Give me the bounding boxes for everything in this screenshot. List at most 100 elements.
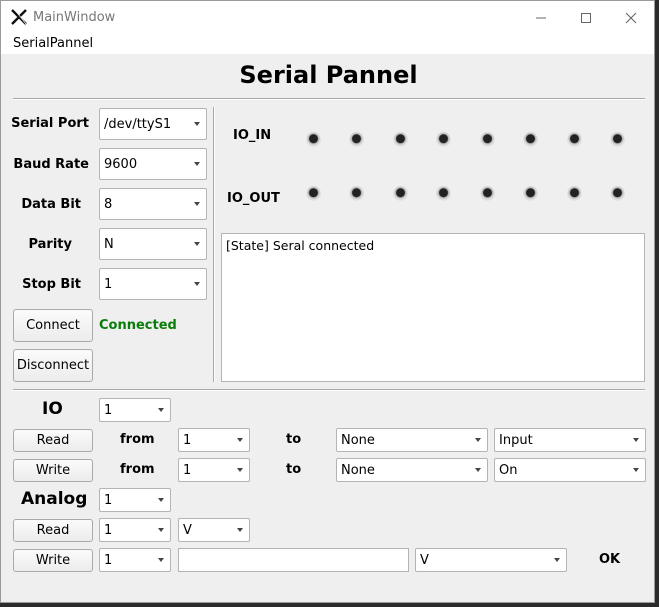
analog-section-label: Analog [21, 489, 88, 509]
chevron-down-icon [194, 242, 200, 246]
io-write-from-value: 1 [183, 462, 192, 478]
io-write-from-select[interactable]: 1 [178, 458, 250, 482]
chevron-down-icon [194, 282, 200, 286]
analog-select[interactable]: 1 [99, 488, 171, 512]
analog-read-unit-select[interactable]: V [178, 518, 250, 542]
divider [213, 107, 215, 382]
chevron-down-icon [194, 162, 200, 166]
divider [13, 389, 645, 391]
parity-value: N [104, 236, 114, 252]
analog-write-channel-select[interactable]: 1 [99, 548, 171, 572]
chevron-down-icon [475, 438, 481, 442]
io-in-led [393, 132, 408, 147]
io-in-led [306, 132, 321, 147]
chevron-down-icon [194, 122, 200, 126]
menu-bar: SerialPannel [1, 34, 654, 54]
minimize-button[interactable] [526, 5, 556, 31]
divider [13, 98, 645, 100]
main-window: MainWindow SerialPannel Serial Pannel Se… [0, 0, 655, 603]
analog-read-channel-select[interactable]: 1 [99, 518, 171, 542]
io-out-led [349, 186, 364, 201]
io-read-mode-value: Input [499, 432, 533, 448]
stop-bit-label: Stop Bit [22, 277, 81, 292]
io-in-led [523, 132, 538, 147]
connect-button[interactable]: Connect [13, 309, 93, 342]
io-out-led [567, 186, 582, 201]
io-in-led [349, 132, 364, 147]
disconnect-button[interactable]: Disconnect [13, 349, 93, 382]
chevron-down-icon [158, 408, 164, 412]
io-in-label: IO_IN [233, 128, 272, 143]
io-read-to-label: to [286, 432, 302, 447]
chevron-down-icon [194, 202, 200, 206]
io-in-led [567, 132, 582, 147]
io-in-led [436, 132, 451, 147]
analog-read-channel-value: 1 [104, 522, 113, 538]
menu-item-serialpannel[interactable]: SerialPannel [13, 36, 93, 51]
chevron-down-icon [633, 438, 639, 442]
serial-port-value: /dev/ttyS1 [104, 116, 172, 132]
analog-write-unit-select[interactable]: V [415, 548, 567, 572]
io-out-led [480, 186, 495, 201]
analog-write-value-field[interactable] [178, 548, 409, 572]
io-in-led [480, 132, 495, 147]
io-read-from-value: 1 [183, 432, 192, 448]
data-bit-label: Data Bit [21, 197, 81, 212]
io-out-led [393, 186, 408, 201]
parity-label: Parity [28, 237, 72, 252]
io-write-to-value: None [341, 462, 375, 478]
io-read-to-select[interactable]: None [336, 428, 488, 452]
io-write-to-label: to [286, 462, 302, 477]
maximize-icon [581, 13, 591, 23]
chevron-down-icon [158, 558, 164, 562]
stop-bit-value: 1 [104, 276, 113, 292]
maximize-button[interactable] [571, 5, 601, 31]
data-bit-combo[interactable]: 8 [99, 188, 207, 220]
analog-write-result: OK [599, 552, 621, 567]
analog-write-button[interactable]: Write [13, 549, 93, 572]
analog-read-unit-value: V [183, 522, 192, 538]
baud-rate-combo[interactable]: 9600 [99, 148, 207, 180]
io-in-led [610, 132, 625, 147]
io-read-mode-select[interactable]: Input [494, 428, 646, 452]
serial-port-combo[interactable]: /dev/ttyS1 [99, 108, 207, 140]
io-out-led [610, 186, 625, 201]
io-out-label: IO_OUT [227, 191, 280, 206]
connection-status: Connected [99, 318, 177, 333]
page-title: Serial Pannel [239, 61, 418, 89]
chevron-down-icon [158, 528, 164, 532]
stop-bit-combo[interactable]: 1 [99, 268, 207, 300]
title-bar: MainWindow [1, 1, 654, 34]
io-write-mode-select[interactable]: On [494, 458, 646, 482]
analog-select-value: 1 [104, 492, 113, 508]
io-write-from-label: from [120, 462, 155, 477]
chevron-down-icon [554, 558, 560, 562]
io-out-led [523, 186, 538, 201]
baud-rate-value: 9600 [104, 156, 138, 172]
io-select[interactable]: 1 [99, 398, 171, 422]
log-output[interactable]: [State] Seral connected [221, 233, 645, 382]
io-write-button[interactable]: Write [13, 459, 93, 482]
minimize-icon [536, 17, 546, 19]
chevron-down-icon [633, 468, 639, 472]
io-read-from-select[interactable]: 1 [178, 428, 250, 452]
serial-port-label: Serial Port [11, 116, 89, 131]
chevron-down-icon [475, 468, 481, 472]
close-icon [625, 12, 637, 24]
analog-write-channel-value: 1 [104, 552, 113, 568]
baud-rate-label: Baud Rate [13, 157, 89, 172]
io-section-label: IO [42, 399, 63, 419]
io-read-from-label: from [120, 432, 155, 447]
io-write-mode-value: On [499, 462, 518, 478]
analog-write-unit-value: V [420, 552, 429, 568]
parity-combo[interactable]: N [99, 228, 207, 260]
data-bit-value: 8 [104, 196, 113, 212]
analog-read-button[interactable]: Read [13, 519, 93, 542]
chevron-down-icon [158, 498, 164, 502]
io-read-button[interactable]: Read [13, 429, 93, 452]
io-read-to-value: None [341, 432, 375, 448]
io-out-led [436, 186, 451, 201]
close-button[interactable] [616, 5, 646, 31]
io-write-to-select[interactable]: None [336, 458, 488, 482]
x-logo-icon [11, 9, 27, 25]
